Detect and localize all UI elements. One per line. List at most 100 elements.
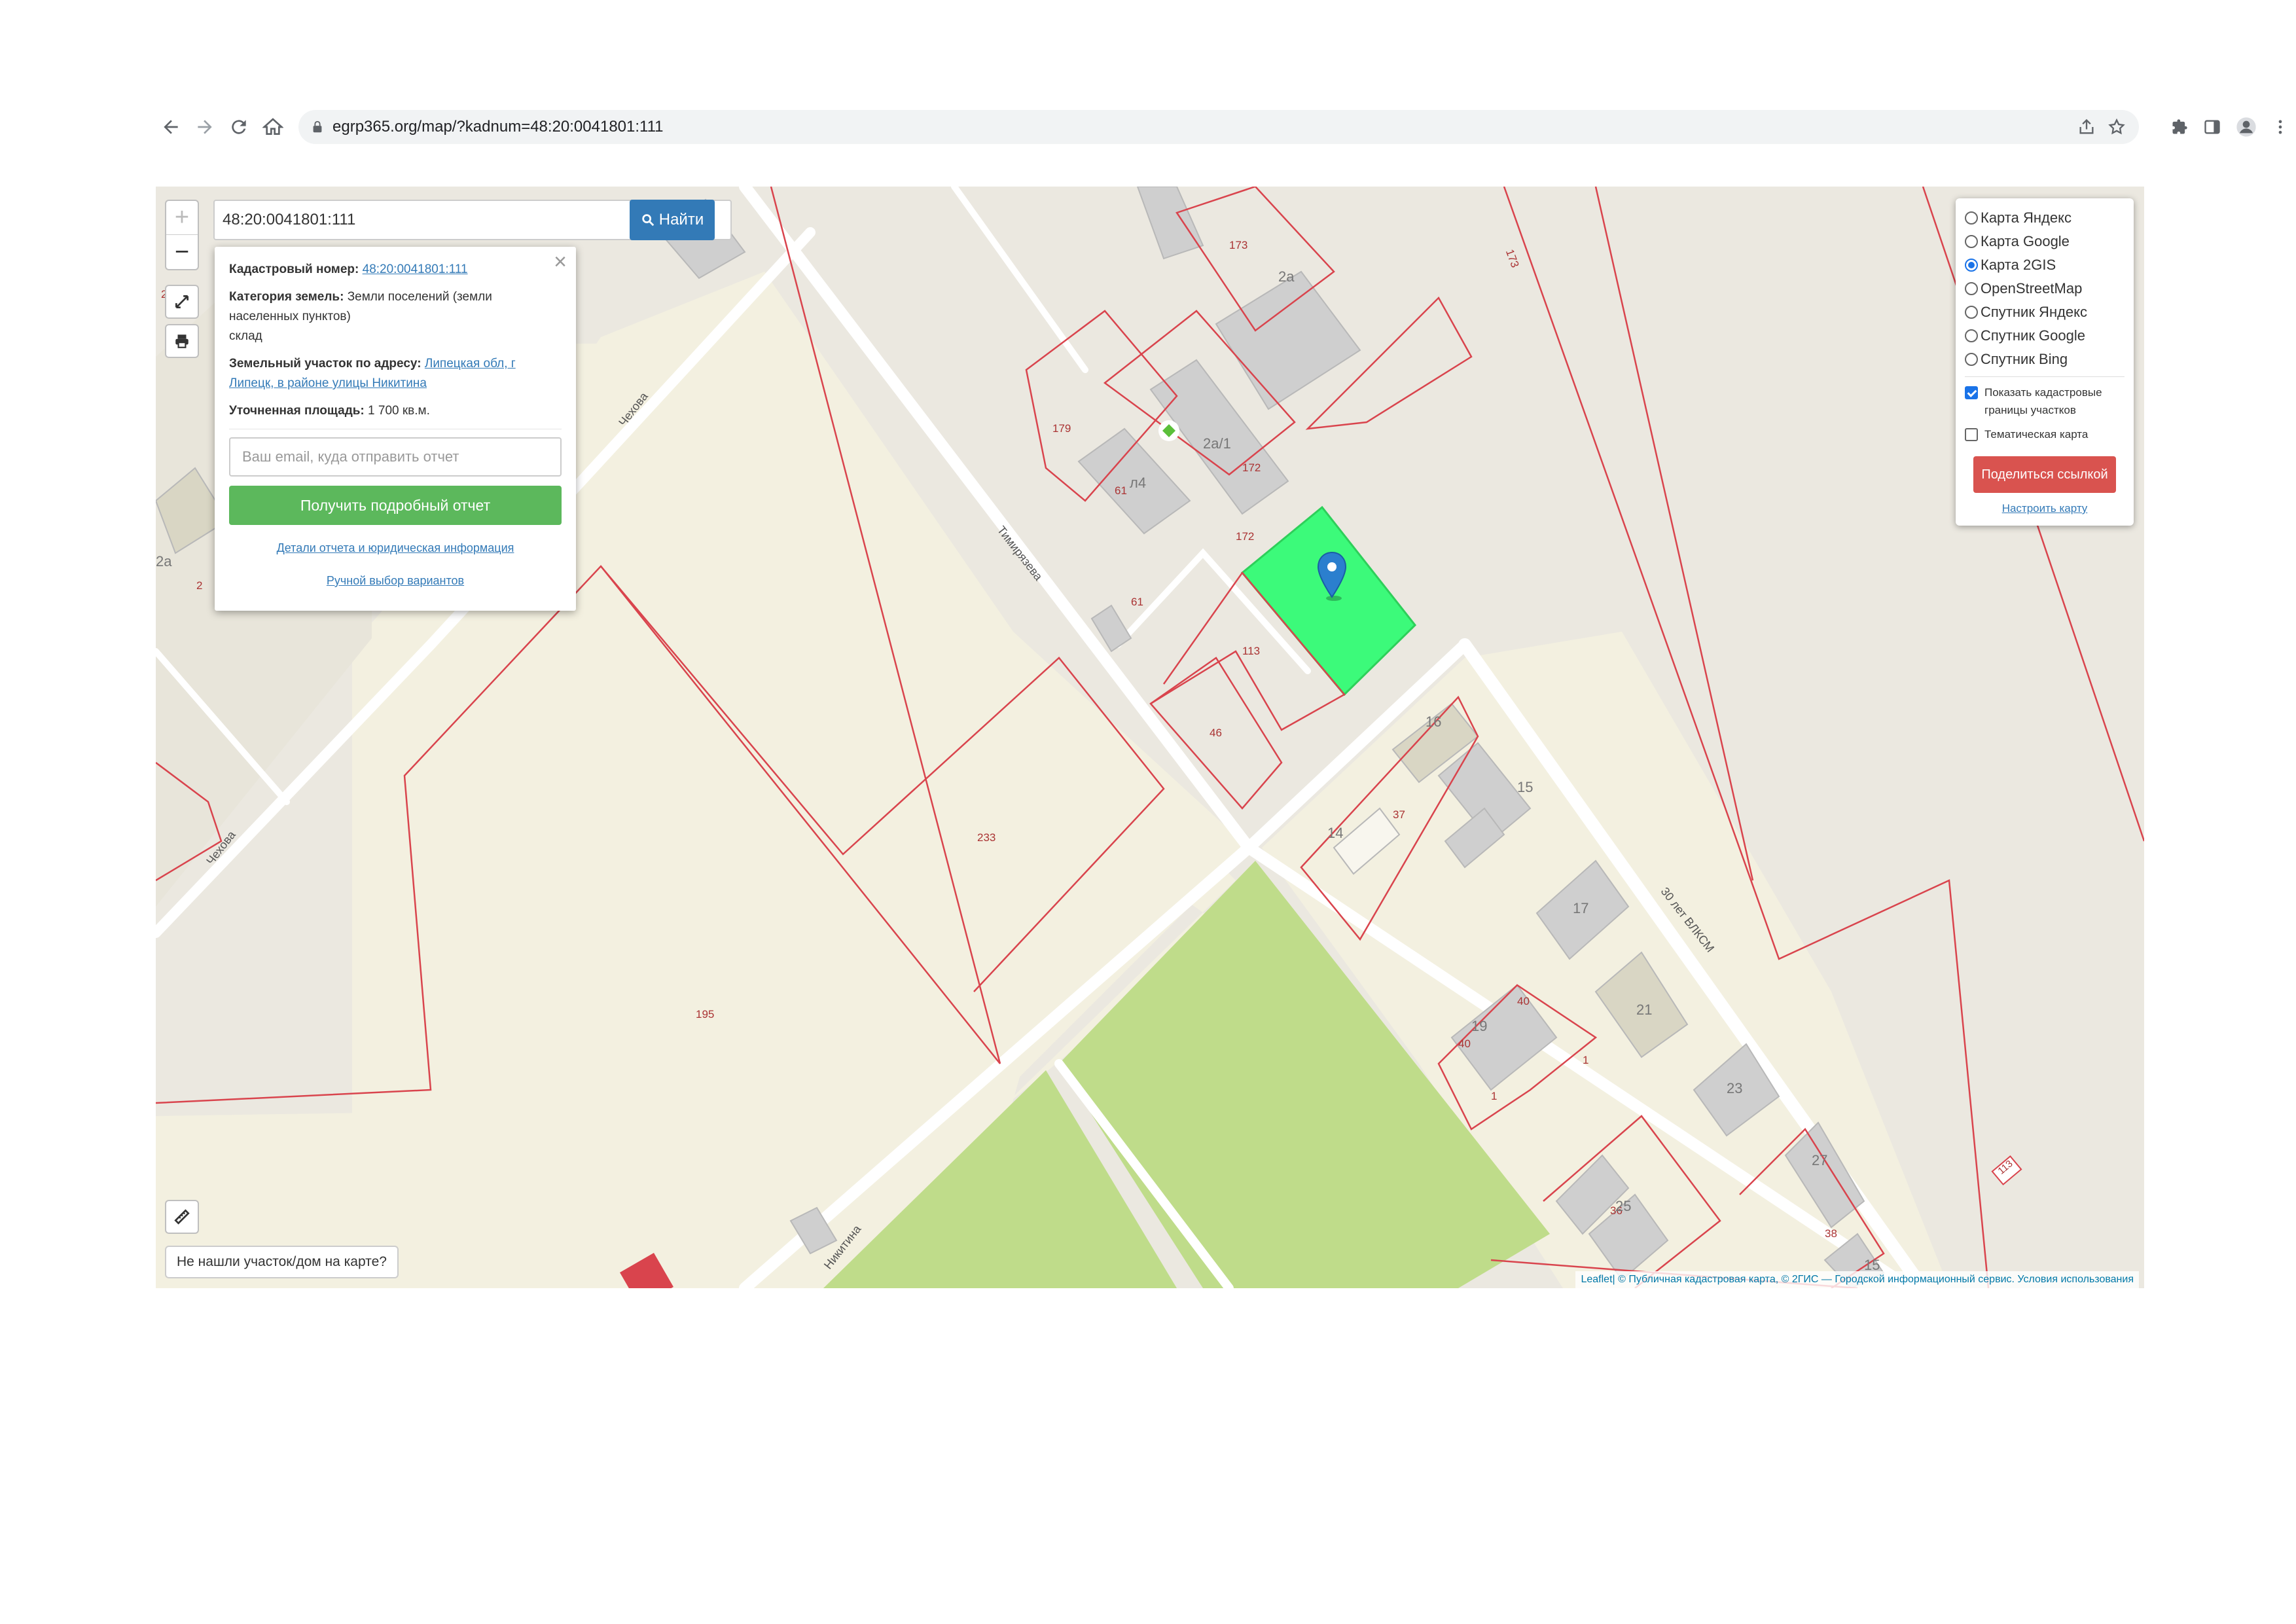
- search-icon: [642, 214, 654, 226]
- parcel-info-popup: × Кадастровый номер: 48:20:0041801:111 К…: [215, 247, 576, 611]
- cadastral-label: Кадастровый номер:: [229, 262, 359, 276]
- cadastral-number-link[interactable]: 48:20:0041801:111: [363, 262, 468, 276]
- reload-icon[interactable]: [224, 112, 254, 142]
- find-button[interactable]: Найти: [630, 200, 715, 240]
- area-value: 1 700 кв.м.: [368, 404, 430, 418]
- address-label: Земельный участок по адресу:: [229, 357, 422, 370]
- show-borders-label: Показать кадастровые границы участков: [1984, 386, 2102, 416]
- back-icon[interactable]: [156, 112, 186, 142]
- thematic-map-option[interactable]: Тематическая карта: [1965, 425, 2125, 443]
- parcel-number: 2: [196, 579, 203, 592]
- layer-option-label: Карта 2GIS: [1981, 257, 2056, 273]
- layer-option-osm[interactable]: OpenStreetMap: [1965, 277, 2125, 300]
- category-row: Категория земель: Земли поселений (земли…: [229, 287, 562, 346]
- parcel-number: 37: [1393, 808, 1405, 821]
- close-icon[interactable]: ×: [554, 251, 567, 273]
- checkbox-checked-icon[interactable]: [1965, 386, 1978, 399]
- layer-option-label: OpenStreetMap: [1981, 280, 2083, 297]
- parcel-number: 40: [1517, 995, 1530, 1007]
- layer-switcher: Карта Яндекс Карта Google Карта 2GIS Ope…: [1956, 198, 2134, 526]
- map-attribution: Leaflet | © Публичная кадастровая карта,…: [1575, 1271, 2139, 1288]
- parcel-number: 1: [1583, 1054, 1589, 1066]
- parcel-number: 113: [1242, 645, 1261, 657]
- radio-icon[interactable]: [1965, 329, 1978, 342]
- thematic-map-label: Тематическая карта: [1984, 428, 2089, 441]
- divider: [1965, 376, 2125, 377]
- bookmark-star-icon[interactable]: [2108, 118, 2126, 136]
- fullscreen-icon: [175, 295, 189, 309]
- leaflet-link[interactable]: Leaflet: [1581, 1274, 1612, 1286]
- parcel-number: 173: [1229, 239, 1248, 251]
- house-number: 17: [1573, 900, 1589, 916]
- radio-icon[interactable]: [1965, 235, 1978, 248]
- layer-option-yandex-map[interactable]: Карта Яндекс: [1965, 206, 2125, 230]
- report-details-link[interactable]: Детали отчета и юридическая информация: [277, 541, 514, 554]
- radio-selected-icon[interactable]: [1965, 259, 1978, 272]
- side-panel-icon[interactable]: [2203, 118, 2221, 136]
- house-number: 19: [1471, 1018, 1488, 1034]
- house-number: 25: [1615, 1198, 1632, 1214]
- radio-icon[interactable]: [1965, 211, 1978, 225]
- land-use-value: склад: [229, 329, 262, 343]
- address-bar[interactable]: egrp365.org/map/?kadnum=48:20:0041801:11…: [298, 110, 2282, 144]
- setup-map-link[interactable]: Настроить карту: [1965, 502, 2125, 515]
- layer-option-yandex-satellite[interactable]: Спутник Яндекс: [1965, 300, 2125, 324]
- manual-selection-link[interactable]: Ручной выбор вариантов: [327, 574, 464, 587]
- share-page-icon[interactable]: [2077, 118, 2096, 136]
- location-pin-icon[interactable]: [1316, 550, 1348, 602]
- map-viewport[interactable]: Чехова Чехова Тимирязева Никитина 30 лет…: [156, 187, 2144, 1288]
- fullscreen-button[interactable]: [165, 285, 199, 319]
- cadastral-number-row: Кадастровый номер: 48:20:0041801:111: [229, 260, 562, 280]
- parcel-number: 40: [1458, 1038, 1471, 1050]
- checkbox-icon[interactable]: [1965, 428, 1978, 441]
- layer-option-label: Спутник Bing: [1981, 351, 2068, 367]
- measure-button[interactable]: [165, 1200, 199, 1234]
- attribution-text[interactable]: | © Публичная кадастровая карта, © 2ГИС …: [1613, 1274, 2134, 1286]
- show-borders-option[interactable]: Показать кадастровые границы участков: [1965, 384, 2125, 419]
- area-label: Уточненная площадь:: [229, 404, 365, 418]
- parcel-number: 179: [1052, 422, 1071, 435]
- not-found-button[interactable]: Не нашли участок/дом на карте?: [165, 1246, 399, 1278]
- print-button[interactable]: [165, 324, 199, 358]
- ruler-icon: [174, 1209, 190, 1225]
- house-number: 2а: [156, 553, 172, 569]
- extensions-icon[interactable]: [2170, 118, 2189, 136]
- house-number: 14: [1327, 825, 1344, 841]
- house-number: 16: [1426, 713, 1442, 730]
- area-row: Уточненная площадь: 1 700 кв.м.: [229, 401, 562, 421]
- parcel-number: 38: [1825, 1227, 1837, 1240]
- browser-toolbar: egrp365.org/map/?kadnum=48:20:0041801:11…: [156, 110, 2282, 144]
- radio-icon[interactable]: [1965, 282, 1978, 295]
- zoom-control: + −: [165, 200, 199, 270]
- layer-option-google-map[interactable]: Карта Google: [1965, 230, 2125, 253]
- zoom-out-button[interactable]: −: [166, 235, 198, 269]
- poi-marker-icon[interactable]: [1157, 419, 1181, 442]
- email-field[interactable]: Ваш email, куда отправить отчет: [229, 437, 562, 477]
- zoom-in-button[interactable]: +: [166, 201, 198, 235]
- category-label: Категория земель:: [229, 290, 344, 304]
- radio-icon[interactable]: [1965, 306, 1978, 319]
- house-number: 2а: [1278, 268, 1295, 285]
- profile-avatar-icon[interactable]: [2236, 117, 2257, 137]
- parcel-number: 172: [1242, 461, 1261, 474]
- radio-icon[interactable]: [1965, 353, 1978, 366]
- road-inner-2: [951, 187, 1088, 373]
- more-menu-icon[interactable]: [2271, 118, 2289, 136]
- house-number: л4: [1130, 475, 1147, 491]
- print-icon: [175, 334, 188, 348]
- url-text: egrp365.org/map/?kadnum=48:20:0041801:11…: [332, 118, 664, 135]
- layer-option-label: Карта Google: [1981, 233, 2070, 249]
- home-icon[interactable]: [258, 112, 288, 142]
- house-number: 21: [1636, 1001, 1653, 1018]
- layer-option-bing-satellite[interactable]: Спутник Bing: [1965, 348, 2125, 371]
- layer-option-2gis-map[interactable]: Карта 2GIS: [1965, 253, 2125, 277]
- parcel-number: 195: [696, 1008, 715, 1020]
- parcel-number: 1: [1491, 1090, 1498, 1102]
- forward-icon[interactable]: [190, 112, 220, 142]
- house-number: 23: [1727, 1080, 1743, 1096]
- layer-option-label: Спутник Google: [1981, 327, 2085, 344]
- layer-option-google-satellite[interactable]: Спутник Google: [1965, 324, 2125, 348]
- building-2a: [1215, 270, 1361, 410]
- share-link-button[interactable]: Поделиться ссылкой: [1973, 456, 2116, 493]
- get-report-button[interactable]: Получить подробный отчет: [229, 486, 562, 525]
